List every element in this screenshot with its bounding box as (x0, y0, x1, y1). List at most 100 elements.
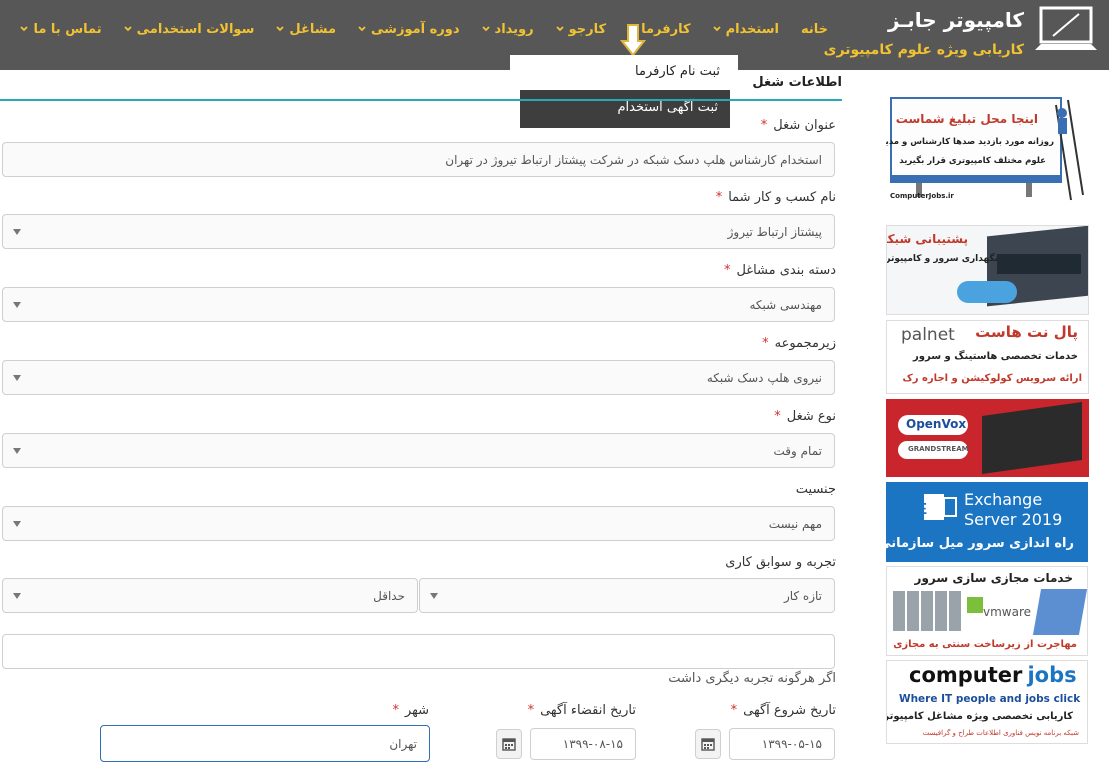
exchange-line1: Exchange (964, 490, 1043, 509)
nav-label: خانه (800, 21, 828, 37)
nav-interview-questions[interactable]: سوالات استخدامی (113, 18, 266, 40)
required-marker: * (723, 263, 731, 278)
experience-hint: اگر هرگونه تجربه دیگری داشت (668, 671, 836, 686)
category-select[interactable]: مهندسی شبکه (2, 287, 835, 322)
nav-label: تماس با ما (33, 21, 102, 37)
nav-courses[interactable]: دوره آموزشی (347, 18, 471, 40)
caret-down-icon (13, 448, 21, 454)
billboard-line2: روزانه مورد بازدید صدها کارشناس و مدیر (886, 137, 1054, 147)
label-text: نوع شغل (786, 409, 836, 424)
vmware-brand: vmware (983, 605, 1032, 619)
category-label: دسته بندی مشاغل * (724, 263, 836, 278)
city-input[interactable]: تهران (100, 725, 430, 762)
field-value: پیشتاز ارتباط تیروژ (727, 224, 822, 239)
nav-label: کارجو (568, 21, 607, 37)
required-marker: * (774, 409, 781, 424)
caret-down-icon (13, 302, 21, 308)
svg-text:E: E (922, 501, 927, 518)
field-value: تهران (389, 736, 417, 751)
label-text: تاریخ شروع آگهی (743, 703, 836, 718)
ad-computer-jobs[interactable]: computer jobs Where IT people and jobs c… (886, 660, 1088, 744)
cjobs-line3: کاریابی تخصصی ویژه مشاغل کامپیوتری (886, 711, 1073, 722)
gender-label: جنسیت (796, 482, 836, 497)
cjobs-word2: jobs (1027, 663, 1077, 687)
nav-label: رویداد (494, 21, 534, 37)
nav-label: دوره آموزشی (371, 21, 460, 37)
city-label: شهر * (392, 703, 429, 718)
experience-other-input[interactable] (2, 634, 835, 669)
end-date-input[interactable]: ۱۳۹۹-۰۸-۱۵ (530, 728, 636, 760)
chevron-down-icon (712, 26, 721, 32)
site-logo[interactable]: کامپیوتر جابـز کاریابی ویژه علوم کامپیوت… (824, 0, 1109, 70)
billboard-footer: ComputerJobs.ir (890, 192, 954, 200)
job-title-label: عنوان شغل * (761, 118, 836, 133)
dropdown-item-post-job[interactable]: ثبت آگهی استخدام (520, 90, 730, 128)
billboard-line1: اینجا محل تبلیغ شماست (895, 112, 1038, 126)
job-title-input[interactable]: استخدام کارشناس هلپ دسک شبکه در شرکت پیش… (2, 142, 835, 177)
dropdown-item-employer-register[interactable]: ثبت نام کارفرما (510, 55, 738, 89)
network-ports (997, 254, 1081, 274)
openvox-brand: OpenVox (906, 417, 967, 431)
experience-min-select[interactable]: حداقل (2, 578, 418, 613)
nav-label: سوالات استخدامی (136, 21, 255, 37)
end-date-calendar-button[interactable] (496, 729, 522, 759)
nav-employment[interactable]: استخدام (702, 18, 790, 40)
nav-jobs[interactable]: مشاغل (265, 18, 347, 40)
openvox-device (982, 401, 1082, 475)
label-text: دسته بندی مشاغل (736, 263, 836, 278)
cjobs-line4: شبکه برنامه نویس فناوری اطلاعات طراح و گ… (922, 729, 1079, 737)
label-text: تاریخ انقضاء آگهی (540, 703, 636, 718)
site-subtitle: کاریابی ویژه علوم کامپیوتری (823, 42, 1024, 58)
exchange-line3: راه اندازی سرور میل سازمانی (886, 536, 1074, 551)
gender-select[interactable]: مهم نیست (2, 506, 835, 541)
field-value: تازه کار (783, 588, 822, 603)
virtual-servers (1032, 589, 1087, 635)
grandstream-brand: GRANDSTREAM (908, 445, 969, 453)
field-value: ۱۳۹۹-۰۵-۱۵ (761, 737, 822, 751)
start-date-input[interactable]: ۱۳۹۹-۰۵-۱۵ (729, 728, 835, 760)
subcategory-label: زیرمجموعه * (762, 336, 836, 351)
ad-network-support[interactable]: پشتیبانی شبکه نگهداری سرور و کامپیوتر (886, 225, 1089, 315)
nav-label: کارفرما (641, 21, 691, 37)
nav-home[interactable]: خانه (790, 18, 839, 40)
site-title: کامپیوتر جابـز (887, 8, 1024, 32)
nav-label: مشاغل (289, 21, 337, 37)
employer-dropdown: ثبت نام کارفرما ثبت آگهی استخدام (510, 24, 738, 133)
end-date-label: تاریخ انقضاء آگهی * (528, 703, 636, 718)
business-name-select[interactable]: پیشتاز ارتباط تیروژ (2, 214, 835, 249)
section-title: اطلاعات شغل (752, 75, 842, 90)
chevron-down-icon (276, 26, 285, 32)
nav-events[interactable]: رویداد (471, 18, 545, 40)
cjobs-logo: computer jobs (909, 663, 1077, 687)
main-nav: خانه استخدام کارفرما کارجو رویداد دوره آ… (9, 18, 839, 40)
chevron-down-icon (358, 26, 366, 32)
field-value: مهندسی شبکه (749, 297, 823, 312)
palnet-line1: پال نت هاست (975, 323, 1078, 341)
start-date-calendar-button[interactable] (695, 729, 721, 759)
ad-palnet[interactable]: palnet پال نت هاست خدمات تخصصی هاستینگ و… (886, 320, 1089, 394)
palnet-brand: palnet (901, 325, 955, 345)
vmware-line2: مهاجرت از زیرساخت سنتی به مجازی (893, 639, 1077, 650)
job-type-select[interactable]: تمام وقت (2, 433, 835, 468)
ad-vmware[interactable]: خدمات مجازی سازی سرور vmware مهاجرت از ز… (886, 566, 1088, 656)
required-marker: * (527, 703, 535, 718)
ad-billboard[interactable]: اینجا محل تبلیغ شماست روزانه مورد بازدید… (886, 95, 1086, 205)
label-text: نام کسب و کار شما (728, 190, 836, 205)
subcategory-select[interactable]: نیروی هلپ دسک شبکه (2, 360, 835, 395)
field-value: ۱۳۹۹-۰۸-۱۵ (562, 737, 623, 751)
palnet-line3: ارائه سرویس کولوکیشن و اجاره رک (902, 373, 1082, 384)
experience-level-select[interactable]: تازه کار (419, 578, 835, 613)
nav-contact[interactable]: تماس با ما (9, 18, 112, 40)
caret-down-icon (13, 375, 21, 381)
label-text: شهر (404, 703, 429, 718)
billboard-line3: علوم مختلف کامپیوتری قرار بگیرید (899, 156, 1046, 166)
start-date-label: تاریخ شروع آگهی * (731, 703, 836, 718)
required-marker: * (730, 703, 738, 718)
nav-jobseeker[interactable]: کارجو (545, 18, 617, 40)
ad-openvox[interactable]: OpenVox GRANDSTREAM (886, 399, 1089, 477)
ad-exchange[interactable]: E Exchange Server 2019 راه اندازی سرور م… (886, 482, 1088, 562)
required-marker: * (762, 336, 769, 351)
network-cable (957, 281, 1017, 303)
caret-down-icon (13, 229, 21, 235)
required-marker: * (760, 118, 768, 133)
